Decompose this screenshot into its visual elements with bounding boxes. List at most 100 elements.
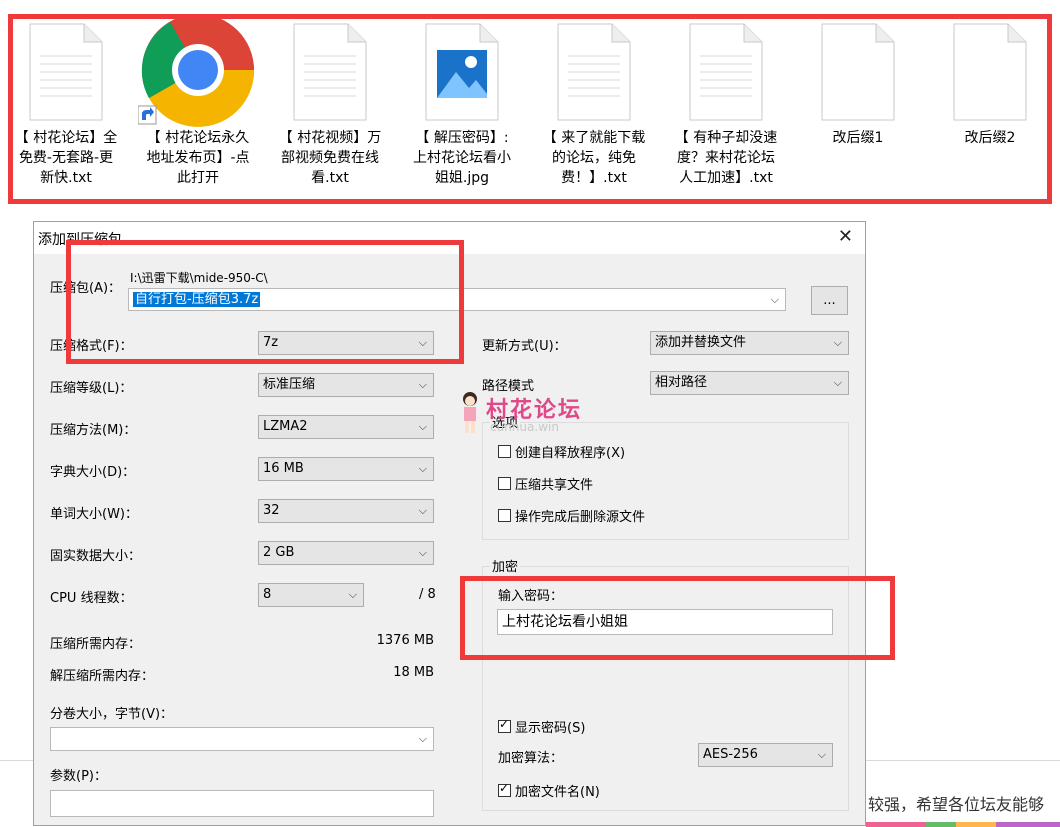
- checkbox-box: [498, 717, 511, 733]
- delete-source-checkbox[interactable]: 操作完成后删除源文件: [498, 506, 645, 525]
- dialog-titlebar: 添加到压缩包 ✕: [34, 222, 865, 254]
- chrome-shortcut-icon: [138, 14, 255, 127]
- blank-file-icon: [820, 22, 896, 122]
- path-mode-value: 相对路径: [655, 375, 708, 390]
- solid-label: 固实数据大小：: [50, 549, 142, 564]
- update-value: 添加并替换文件: [655, 335, 747, 350]
- close-icon[interactable]: ✕: [838, 226, 853, 247]
- dict-label: 字典大小(D)：: [50, 465, 136, 480]
- format-select[interactable]: 7z ⌵: [258, 331, 434, 355]
- password-input[interactable]: 上村花论坛看小姐姐: [497, 609, 833, 635]
- file-item[interactable]: 【 村花论坛】全 免费-无套路-更 新快.txt: [4, 22, 128, 188]
- chevron-down-icon: ⌵: [418, 336, 427, 349]
- volume-label: 分卷大小，字节(V)：: [50, 707, 174, 722]
- cpu-value: 8: [263, 587, 272, 602]
- mem-decomp-label: 解压缩所需内存：: [50, 669, 155, 684]
- file-item[interactable]: 【 村花论坛永久 地址发布页】-点 此打开: [136, 14, 260, 188]
- level-label: 压缩等级(L)：: [50, 381, 133, 396]
- enc-method-select[interactable]: AES-256 ⌵: [698, 743, 833, 767]
- color-strip: [926, 822, 956, 827]
- cpu-select[interactable]: 8 ⌵: [258, 583, 364, 607]
- params-label: 参数(P)：: [50, 769, 107, 784]
- desktop-file-row: 【 村花论坛】全 免费-无套路-更 新快.txt 【 村花论坛永久 地址发布页】…: [0, 14, 1060, 204]
- text-file-icon: [688, 22, 764, 122]
- show-password-label: 显示密码(S): [515, 721, 586, 736]
- enc-method-value: AES-256: [703, 747, 758, 762]
- word-label: 单词大小(W)：: [50, 507, 138, 522]
- cpu-total: / 8: [419, 587, 436, 602]
- password-label: 输入密码：: [498, 589, 564, 604]
- archive-label: 压缩包(A)：: [50, 281, 122, 296]
- file-item[interactable]: 【 来了就能下载 的论坛，纯免 费！】.txt: [532, 22, 656, 188]
- format-label: 压缩格式(F)：: [50, 339, 133, 354]
- solid-value: 2 GB: [263, 545, 295, 560]
- level-select[interactable]: 标准压缩 ⌵: [258, 373, 434, 397]
- file-label: 【 村花视频】万 部视频免费在线 看.txt: [278, 130, 382, 186]
- solid-select[interactable]: 2 GB ⌵: [258, 541, 434, 565]
- text-file-icon: [28, 22, 104, 122]
- mem-decomp-value: 18 MB: [393, 665, 434, 680]
- word-select[interactable]: 32 ⌵: [258, 499, 434, 523]
- watermark-sub: cunhua.win: [490, 420, 559, 434]
- file-label: 【 有种子却没速 度？来村花论坛 人工加速】.txt: [674, 130, 778, 186]
- chevron-down-icon: ⌵: [418, 420, 427, 433]
- blank-file-icon: [952, 22, 1028, 122]
- file-item[interactable]: 改后缀1: [796, 22, 920, 148]
- file-label: 【 解压密码】: 上村花论坛看小 姐姐.jpg: [413, 130, 511, 186]
- archive-name-text: 自行打包-压缩包3.7z: [133, 292, 261, 307]
- chevron-down-icon: ⌵: [418, 546, 427, 559]
- update-label: 更新方式(U)：: [482, 339, 567, 354]
- color-strip: [956, 822, 996, 827]
- word-value: 32: [263, 503, 280, 518]
- method-value: LZMA2: [263, 419, 308, 434]
- chevron-down-icon: ⌵: [833, 376, 842, 389]
- encrypt-names-checkbox[interactable]: 加密文件名(N): [498, 781, 600, 800]
- text-file-icon: [292, 22, 368, 122]
- color-strip: [996, 822, 1060, 827]
- enc-method-label: 加密算法：: [498, 751, 564, 766]
- chevron-down-icon: ⌵: [418, 378, 427, 391]
- cpu-label: CPU 线程数：: [50, 591, 133, 606]
- mem-comp-label: 压缩所需内存：: [50, 637, 142, 652]
- dialog-title: 添加到压缩包: [38, 232, 122, 248]
- chevron-down-icon: ⌵: [833, 336, 842, 349]
- delete-source-label: 操作完成后删除源文件: [515, 510, 646, 525]
- chevron-down-icon: ⌵: [418, 504, 427, 517]
- add-to-archive-dialog: 添加到压缩包 ✕ 压缩包(A)： I:\迅雷下载\mide-950-C\ 自行打…: [33, 221, 866, 826]
- watermark-logo: 村花论坛 cunhua.win: [456, 390, 596, 440]
- level-value: 标准压缩: [263, 377, 316, 392]
- file-label: 【 来了就能下载 的论坛，纯免 费！】.txt: [542, 130, 646, 186]
- file-item[interactable]: 【 有种子却没速 度？来村花论坛 人工加速】.txt: [664, 22, 788, 188]
- encryption-title: 加密: [490, 556, 521, 575]
- checkbox-box: [498, 445, 511, 458]
- file-item[interactable]: 【 村花视频】万 部视频免费在线 看.txt: [268, 22, 392, 188]
- encrypt-names-label: 加密文件名(N): [515, 785, 600, 800]
- dict-select[interactable]: 16 MB ⌵: [258, 457, 434, 481]
- method-label: 压缩方法(M)：: [50, 423, 137, 438]
- archive-path: I:\迅雷下载\mide-950-C\: [130, 271, 268, 285]
- sfx-checkbox[interactable]: 创建自释放程序(X): [498, 442, 625, 461]
- checkbox-box: [498, 477, 511, 490]
- file-item[interactable]: 改后缀2: [928, 22, 1052, 148]
- sfx-label: 创建自释放程序(X): [515, 446, 626, 461]
- browse-button[interactable]: ...: [811, 286, 848, 315]
- params-input[interactable]: [50, 790, 434, 817]
- checkbox-box: [498, 781, 511, 797]
- text-file-icon: [556, 22, 632, 122]
- chevron-down-icon: ⌵: [770, 293, 779, 306]
- archive-name-combo[interactable]: 自行打包-压缩包3.7z ⌵: [128, 288, 786, 311]
- shared-checkbox[interactable]: 压缩共享文件: [498, 474, 593, 493]
- chevron-down-icon: ⌵: [418, 462, 427, 475]
- method-select[interactable]: LZMA2 ⌵: [258, 415, 434, 439]
- chevron-down-icon: ⌵: [817, 748, 826, 761]
- update-select[interactable]: 添加并替换文件 ⌵: [650, 331, 849, 355]
- checkbox-box: [498, 509, 511, 522]
- background-text: 较强，希望各位坛友能够: [868, 795, 1045, 814]
- color-strip: [866, 822, 926, 827]
- file-label: 改后缀1: [832, 130, 884, 146]
- file-item[interactable]: 【 解压密码】: 上村花论坛看小 姐姐.jpg: [400, 22, 524, 188]
- volume-combo[interactable]: ⌵: [50, 727, 434, 751]
- path-mode-select[interactable]: 相对路径 ⌵: [650, 371, 849, 395]
- shared-label: 压缩共享文件: [515, 478, 594, 493]
- show-password-checkbox[interactable]: 显示密码(S): [498, 717, 585, 736]
